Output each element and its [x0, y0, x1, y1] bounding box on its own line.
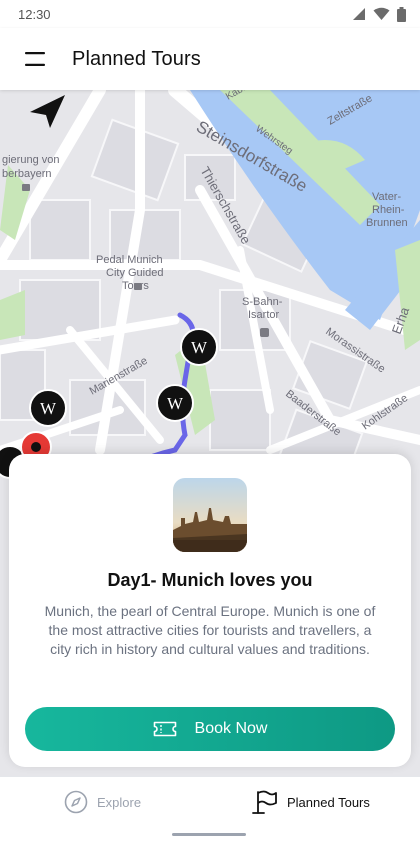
nav-item-explore[interactable]: Explore: [64, 789, 141, 815]
book-now-button[interactable]: Book Now: [25, 707, 395, 751]
page-title: Planned Tours: [72, 47, 201, 70]
tour-title: Day1- Munich loves you: [107, 570, 313, 590]
map-label-city-guided: City Guided: [106, 267, 163, 279]
nav-item-planned-tours[interactable]: Planned Tours: [252, 789, 370, 815]
bottom-navigation: Explore Planned Tours: [0, 776, 420, 841]
status-icons: [352, 6, 406, 22]
status-time: 12:30: [18, 6, 51, 22]
map-label-oberbayern: berbayern: [2, 168, 52, 180]
tour-description: Munich, the pearl of Central Europe. Mun…: [44, 603, 376, 657]
map-label-vater: Vater-: [372, 191, 401, 203]
hamburger-icon: [25, 52, 45, 66]
svg-text:W: W: [40, 399, 57, 418]
wikipedia-marker[interactable]: W: [29, 389, 67, 427]
munich-skyline-image: [173, 478, 247, 552]
map-label-pedal-munich: Pedal Munich: [96, 254, 163, 266]
battery-icon: [397, 6, 406, 22]
compass-icon: [64, 790, 88, 814]
app-bar: Planned Tours: [0, 28, 420, 90]
map-label-s-bahn: S-Bahn-: [242, 296, 283, 308]
map-label-rhein: Rhein-: [372, 204, 405, 216]
tour-thumbnail: [173, 478, 247, 552]
tour-card[interactable]: Day1- Munich loves you Munich, the pearl…: [9, 454, 411, 767]
ticket-icon: [153, 721, 176, 737]
wikipedia-marker[interactable]: W: [180, 328, 218, 366]
svg-text:W: W: [167, 394, 184, 413]
map-label-gierung: gierung von: [2, 154, 60, 166]
flag-icon: [252, 790, 277, 814]
home-indicator: [172, 833, 246, 836]
wifi-icon: [373, 7, 390, 20]
nav-label-planned-tours: Planned Tours: [287, 794, 370, 810]
nav-label-explore: Explore: [97, 794, 142, 810]
signal-icon: [353, 8, 365, 20]
wikipedia-marker[interactable]: W: [156, 384, 194, 422]
map-label-brunnen: Brunnen: [366, 217, 408, 229]
svg-text:W: W: [191, 338, 208, 357]
map-label-isartor: Isartor: [248, 309, 280, 321]
menu-button[interactable]: [0, 28, 72, 90]
status-bar: 12:30: [0, 0, 420, 28]
book-now-label: Book Now: [194, 720, 268, 737]
